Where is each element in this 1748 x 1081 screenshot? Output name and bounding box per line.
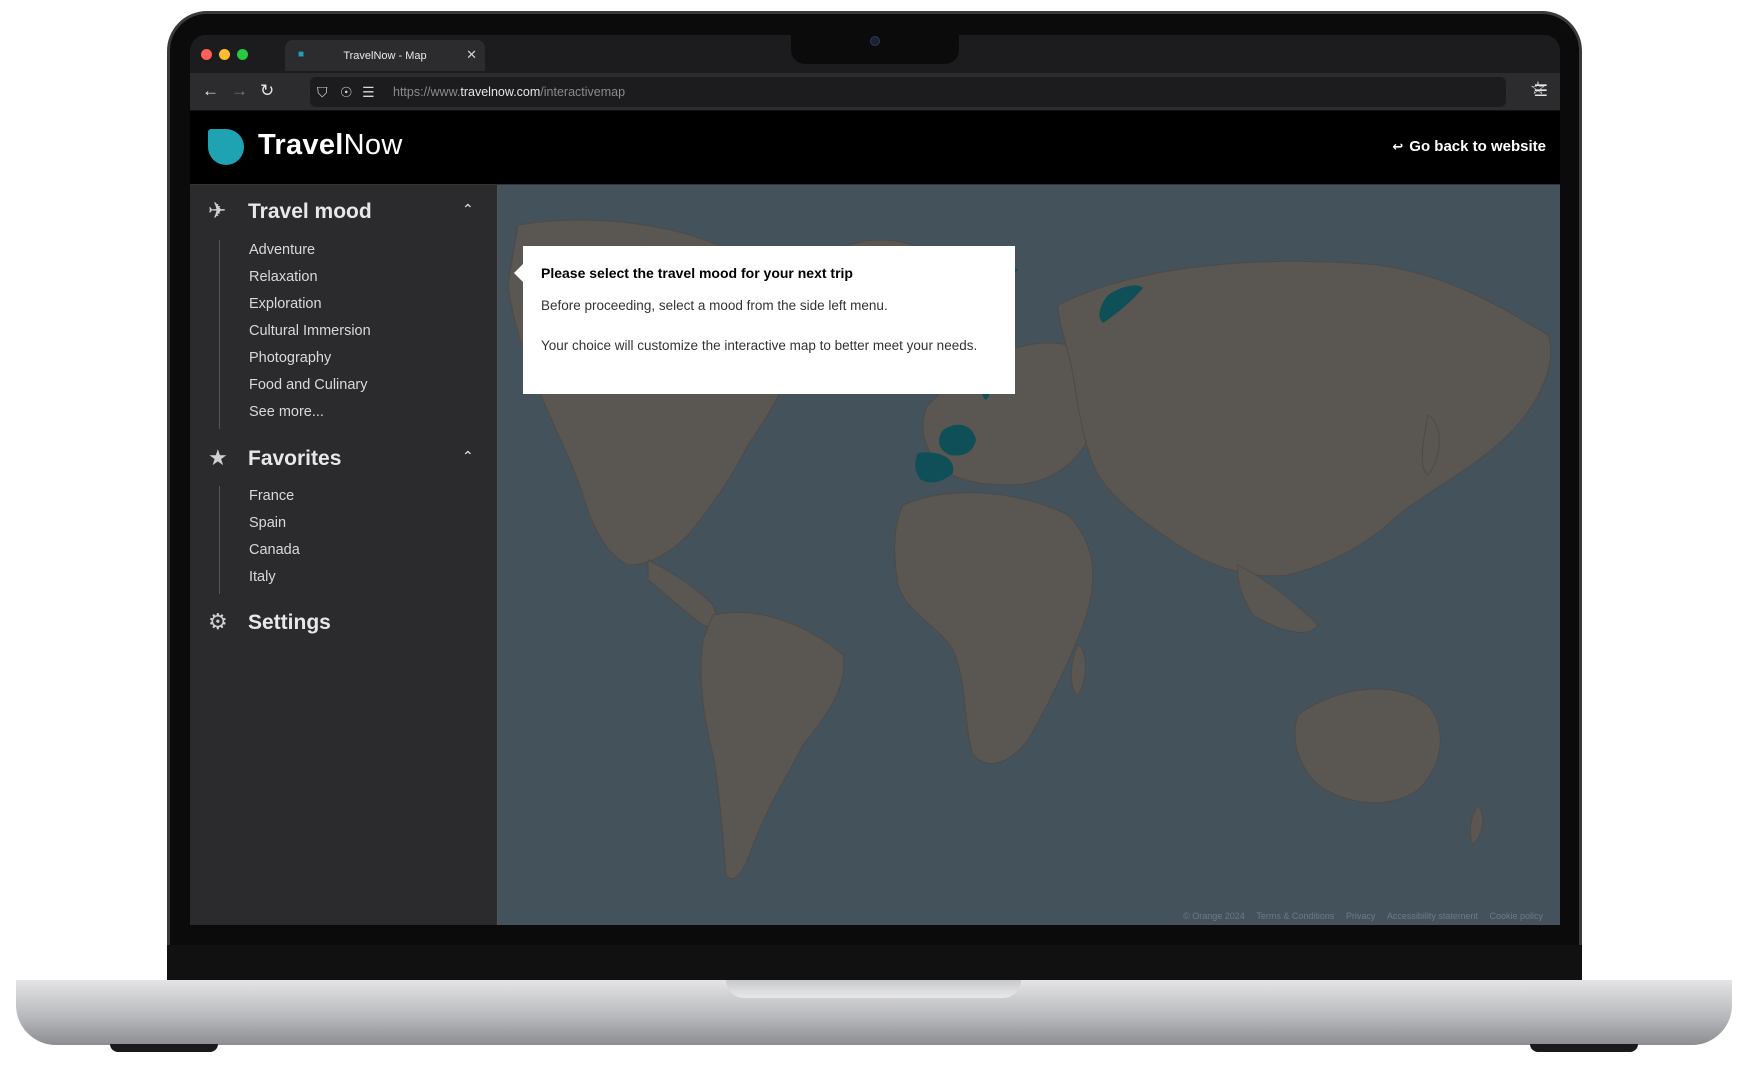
continent-australia[interactable] [1294, 688, 1441, 804]
laptop-foot-right [1530, 1044, 1638, 1052]
screen: ■ TravelNow - Map ✕ ← → ↻ ⛉ ☉ ☰ https://… [190, 35, 1560, 925]
back-arrow-icon[interactable]: ← [202, 81, 219, 101]
continent-asia[interactable] [1057, 260, 1552, 577]
lock-icon[interactable]: ☉ [340, 83, 353, 101]
camera-icon [870, 36, 880, 46]
close-window-button[interactable] [201, 49, 212, 60]
tab-title: TravelNow - Map [343, 50, 427, 62]
cookie-policy-link[interactable]: Cookie policy [1489, 911, 1543, 921]
favorites-header[interactable]: ★ Favorites ⌃ [190, 444, 498, 474]
browser-tab[interactable]: ■ TravelNow - Map ✕ [285, 40, 485, 71]
app-header: TravelNow ↩ Go back to website [190, 111, 1560, 185]
sidebar-item-food-and-culinary[interactable]: Food and Culinary [220, 375, 479, 402]
new-zealand[interactable] [1469, 804, 1484, 846]
travelnow-app: TravelNow ↩ Go back to website ✈ Travel m… [190, 111, 1560, 925]
shield-icon[interactable]: ⛉ [317, 83, 328, 101]
address-bar[interactable]: ⛉ ☉ ☰ https://www.travelnow.com/interact… [310, 77, 1506, 107]
terms-link[interactable]: Terms & Conditions [1256, 911, 1334, 921]
travel-mood-title: Travel mood [248, 200, 372, 223]
settings-title: Settings [248, 611, 331, 634]
continent-central-america[interactable] [647, 559, 717, 627]
tooltip-line-2: Your choice will customize the interacti… [541, 338, 978, 353]
favorites-list: France Spain Canada Italy [219, 486, 479, 594]
travel-mood-list: Adventure Relaxation Exploration Cultura… [219, 240, 479, 429]
sidebar-item-adventure[interactable]: Adventure [220, 240, 479, 267]
laptop-foot-left [110, 1044, 218, 1052]
laptop-mockup: ■ TravelNow - Map ✕ ← → ↻ ⛉ ☉ ☰ https://… [0, 0, 1748, 1081]
permissions-icon[interactable]: ☰ [362, 83, 375, 101]
reload-icon[interactable]: ↻ [260, 81, 274, 101]
logo-text[interactable]: TravelNow [258, 129, 403, 162]
star-icon: ★ [208, 445, 228, 470]
sidebar: ✈ Travel mood ⌃ Adventure Relaxation Exp… [190, 185, 498, 925]
continent-africa[interactable] [894, 492, 1094, 764]
tooltip-title: Please select the travel mood for your n… [541, 265, 853, 281]
continent-south-america[interactable] [700, 611, 845, 880]
chevron-up-icon[interactable]: ⌃ [462, 448, 474, 465]
settings-header[interactable]: ⚙ Settings [190, 608, 498, 638]
tooltip-line-1: Before proceeding, select a mood from th… [541, 298, 888, 313]
go-back-link[interactable]: ↩ Go back to website [1392, 138, 1546, 155]
accessibility-link[interactable]: Accessibility statement [1387, 911, 1478, 921]
gear-icon: ⚙ [208, 609, 228, 634]
airplane-icon: ✈ [208, 198, 227, 223]
sidebar-item-spain[interactable]: Spain [220, 513, 479, 540]
forward-arrow-icon[interactable]: → [231, 81, 248, 101]
browser-toolbar: ← → ↻ ⛉ ☉ ☰ https://www.travelnow.com/in… [190, 73, 1560, 111]
sidebar-item-canada[interactable]: Canada [220, 540, 479, 567]
chevron-up-icon[interactable]: ⌃ [462, 201, 474, 218]
favorites-title: Favorites [248, 447, 342, 470]
url-text[interactable]: https://www.travelnow.com/interactivemap [393, 85, 625, 99]
hamburger-menu-icon[interactable]: ☰ [1534, 81, 1548, 101]
laptop-chin [167, 945, 1582, 981]
close-tab-icon[interactable]: ✕ [466, 47, 477, 63]
sidebar-item-exploration[interactable]: Exploration [220, 294, 479, 321]
madagascar[interactable] [1070, 644, 1086, 696]
minimize-window-button[interactable] [219, 49, 230, 60]
logo-mark-icon [208, 129, 244, 165]
privacy-link[interactable]: Privacy [1346, 911, 1376, 921]
sidebar-item-relaxation[interactable]: Relaxation [220, 267, 479, 294]
reply-arrow-icon: ↩ [1392, 139, 1404, 154]
sidebar-item-see-more[interactable]: See more... [220, 402, 479, 429]
sidebar-item-cultural-immersion[interactable]: Cultural Immersion [220, 321, 479, 348]
travel-mood-header[interactable]: ✈ Travel mood ⌃ [190, 197, 498, 227]
laptop-opening-lip [726, 980, 1021, 998]
sidebar-item-photography[interactable]: Photography [220, 348, 479, 375]
copyright-text: © Orange 2024 [1183, 911, 1245, 921]
maximize-window-button[interactable] [237, 49, 248, 60]
sidebar-item-italy[interactable]: Italy [220, 567, 479, 594]
mood-selection-tooltip: Please select the travel mood for your n… [514, 246, 1015, 394]
sidebar-item-france[interactable]: France [220, 486, 479, 513]
map-footer-links: © Orange 2024 Terms & Conditions Privacy… [1174, 911, 1543, 921]
